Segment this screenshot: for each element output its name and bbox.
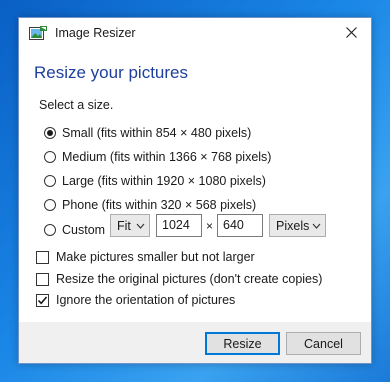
radio-small[interactable]: Small (fits within 854 × 480 pixels) [44, 124, 251, 142]
close-icon [345, 25, 357, 43]
replace-originals-label: Resize the original pictures (don't crea… [56, 272, 323, 286]
resize-button[interactable]: Resize [205, 332, 280, 355]
cancel-button[interactable]: Cancel [286, 332, 361, 355]
checkbox-row-replace-originals[interactable]: Resize the original pictures (don't crea… [36, 270, 322, 288]
radio-button[interactable] [44, 224, 56, 236]
window-title: Image Resizer [55, 26, 136, 40]
checkmark-icon [37, 295, 48, 304]
width-input[interactable]: 1024 [156, 214, 202, 237]
fit-mode-value: Fit [117, 218, 131, 233]
checkbox-row-shrink-only[interactable]: Make pictures smaller but not larger [36, 248, 255, 266]
unit-dropdown[interactable]: Pixels [269, 214, 326, 237]
chevron-down-icon [136, 219, 145, 235]
radio-medium[interactable]: Medium (fits within 1366 × 768 pixels) [44, 148, 271, 166]
checkbox[interactable] [36, 250, 49, 264]
checkbox[interactable] [36, 293, 49, 307]
unit-value: Pixels [276, 218, 310, 233]
chevron-down-icon [312, 219, 321, 235]
image-resizer-icon [29, 26, 47, 41]
checkbox-row-ignore-orientation[interactable]: Ignore the orientation of pictures [36, 291, 235, 309]
shrink-only-label: Make pictures smaller but not larger [56, 250, 255, 264]
radio-large-label: Large (fits within 1920 × 1080 pixels) [62, 174, 266, 188]
radio-button[interactable] [44, 151, 56, 163]
close-button[interactable] [331, 18, 371, 49]
radio-phone-label: Phone (fits within 320 × 568 pixels) [62, 198, 257, 212]
height-input[interactable]: 640 [217, 214, 263, 237]
checkbox[interactable] [36, 272, 49, 286]
dialog-footer: Resize Cancel [19, 322, 371, 363]
radio-button[interactable] [44, 175, 56, 187]
select-size-label: Select a size. [39, 98, 114, 112]
radio-large[interactable]: Large (fits within 1920 × 1080 pixels) [44, 172, 266, 190]
radio-custom[interactable]: Custom [44, 221, 105, 239]
title-bar: Image Resizer [19, 18, 371, 49]
image-resizer-dialog: Image Resizer Resize your pictures Selec… [18, 17, 372, 364]
radio-button[interactable] [44, 127, 56, 139]
page-title: Resize your pictures [34, 63, 189, 82]
radio-small-label: Small (fits within 854 × 480 pixels) [62, 126, 252, 140]
ignore-orientation-label: Ignore the orientation of pictures [56, 293, 236, 307]
radio-button[interactable] [44, 199, 56, 211]
radio-custom-label: Custom [62, 223, 106, 237]
fit-mode-dropdown[interactable]: Fit [110, 214, 150, 237]
radio-medium-label: Medium (fits within 1366 × 768 pixels) [62, 150, 272, 164]
radio-phone[interactable]: Phone (fits within 320 × 568 pixels) [44, 196, 256, 214]
times-sign: × [206, 219, 214, 233]
